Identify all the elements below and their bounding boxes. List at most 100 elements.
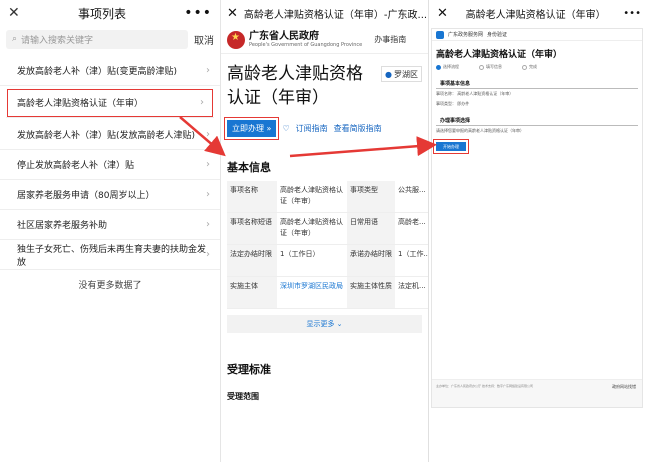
list-item[interactable]: 居家养老服务申请（80周岁以上） › xyxy=(0,180,220,210)
step-indicator: 选择流程 填写信息 完成 xyxy=(432,62,642,72)
info-row: 事项类型： 即办件 xyxy=(436,101,470,106)
step-dot-icon xyxy=(522,64,527,70)
panel3-header: ✕ 高龄老人津贴资格认证（年审） ••• xyxy=(429,0,649,26)
site-logo-icon xyxy=(436,30,444,39)
show-more-button[interactable]: 显示更多 ⌄ xyxy=(227,315,422,333)
location-label: 罗湖区 xyxy=(394,69,418,79)
table-value: 高龄老... xyxy=(395,213,428,245)
site-sub: 身份验证 xyxy=(487,32,508,38)
table-value: 高龄老人津贴资格认证（年审） xyxy=(277,181,347,213)
section-title-basic-info: 基本信息 xyxy=(227,161,271,174)
table-key: 事项类型 xyxy=(347,181,395,213)
list-item[interactable]: 发放高龄老人补（津）贴(发放高龄老人津贴) › xyxy=(0,120,220,150)
basic-info-table: 事项名称 高龄老人津贴资格认证（年审） 事项类型 公共服... 事项名称短语 高… xyxy=(227,181,428,309)
item-list: 发放高龄老人补（津）贴(变更高龄津贴) › 高龄老人津贴资格认证（年审） › 发… xyxy=(0,56,220,270)
national-emblem-icon xyxy=(227,30,245,49)
list-item-label: 社区居家养老服务补助 xyxy=(17,221,108,231)
table-value: 法定机... xyxy=(395,277,428,309)
chevron-right-icon: › xyxy=(206,159,210,170)
search-placeholder: 请输入搜索关键字 xyxy=(21,35,94,46)
simple-guide-link[interactable]: 查看简版指南 xyxy=(334,123,382,134)
more-icon[interactable]: ••• xyxy=(623,8,641,19)
section-basic-info: 事项基本信息 xyxy=(436,72,638,89)
panel-apply-page: ✕ 高龄老人津贴资格认证（年审） ••• 广东政务服务网 身份验证 高龄老人津贴… xyxy=(429,0,649,462)
site-bar: 广东政务服务网 身份验证 xyxy=(432,29,642,41)
location-pin-icon: ● xyxy=(385,69,392,79)
chevron-right-icon: › xyxy=(206,219,210,230)
step-2: 填写信息 xyxy=(479,64,502,70)
service-title: 高龄老人津贴资格认证（年审） xyxy=(227,64,363,108)
section-choose-item: 办理事项选择 xyxy=(436,109,638,126)
table-key: 实施主体 xyxy=(227,277,277,309)
table-key: 实施主体性质 xyxy=(347,277,395,309)
cancel-button[interactable]: 取消 xyxy=(194,32,214,47)
apply-now-button[interactable]: 立即办理 » xyxy=(223,117,280,140)
list-item[interactable]: 独生子女死亡、伤残后未再生育夫妻的扶助金发放 › xyxy=(0,240,220,270)
page-title: 事项列表 xyxy=(77,6,126,21)
screenshot-root: ✕ 事项列表 ••• ⌕ 请输入搜索关键字 取消 发放高龄老人补（津）贴(变更高… xyxy=(0,0,649,462)
close-icon[interactable]: ✕ xyxy=(437,6,448,21)
list-item-label: 停止发放高龄老人补（津）贴 xyxy=(17,161,135,171)
panel-item-list: ✕ 事项列表 ••• ⌕ 请输入搜索关键字 取消 发放高龄老人补（津）贴(变更高… xyxy=(0,0,221,462)
page-footer: 主办单位：广东省人民政府办公厅 技术支持：数字广东网络建设有限公司 政府网站找错 xyxy=(432,379,642,407)
gov-name-block: 广东省人民政府 People's Government of Guangdong… xyxy=(249,31,362,48)
step-3: 完成 xyxy=(522,64,537,70)
step-dot-icon xyxy=(436,64,441,70)
footer-text: 主办单位：广东省人民政府办公厅 技术支持：数字广东网络建设有限公司 xyxy=(436,384,533,388)
footer-right-link[interactable]: 政府网站找错 xyxy=(612,384,636,390)
list-item[interactable]: 发放高龄老人补（津）贴(变更高龄津贴) › xyxy=(0,56,220,86)
panel1-header: ✕ 事项列表 ••• xyxy=(0,0,220,26)
list-item[interactable]: 社区居家养老服务补助 › xyxy=(0,210,220,240)
list-item-label: 高龄老人津贴资格认证（年审） xyxy=(17,99,144,109)
search-icon: ⌕ xyxy=(12,34,18,44)
title-row: 高龄老人津贴资格认证（年审） ● 罗湖区 xyxy=(221,54,428,110)
table-value: 高龄老人津贴资格认证（年审） xyxy=(277,213,347,245)
no-more-text: 没有更多数据了 xyxy=(78,281,142,291)
list-item-label: 独生子女死亡、伤残后未再生育夫妻的扶助金发放 xyxy=(17,244,207,268)
panel2-header: ✕ 高龄老人津贴资格认证（年审）-广东政... ••• xyxy=(221,0,428,26)
list-item-label: 发放高龄老人补（津）贴(变更高龄津贴) xyxy=(17,67,178,77)
table-key: 日常用语 xyxy=(347,213,395,245)
heart-icon: ♡ xyxy=(282,124,290,133)
close-icon[interactable]: ✕ xyxy=(8,5,20,21)
accept-scope-label: 受理范围 xyxy=(227,392,259,401)
section-title-accept-standard: 受理标准 xyxy=(227,363,271,376)
info-row: 事项名称： 高龄老人津贴资格认证（年审） xyxy=(436,91,514,96)
panel-service-guide: ✕ 高龄老人津贴资格认证（年审）-广东政... ••• 广东省人民政府 Peop… xyxy=(221,0,429,462)
apply-title: 高龄老人津贴资格认证（年审） xyxy=(436,50,563,60)
list-item-label: 居家养老服务申请（80周岁以上） xyxy=(17,191,155,201)
gov-banner: 广东省人民政府 People's Government of Guangdong… xyxy=(221,26,428,54)
table-value: 1（工作... xyxy=(395,245,428,277)
chevron-right-icon: › xyxy=(206,189,210,200)
chevron-right-icon: › xyxy=(200,97,204,108)
location-selector[interactable]: ● 罗湖区 xyxy=(381,66,422,82)
table-value: 公共服... xyxy=(395,181,428,213)
list-item-label: 发放高龄老人补（津）贴(发放高龄老人津贴) xyxy=(17,131,196,141)
service-guide-label: 办事指南 xyxy=(374,35,407,44)
gov-name: 广东省人民政府 xyxy=(249,31,319,42)
step-dot-icon xyxy=(479,64,484,70)
table-key: 事项名称短语 xyxy=(227,213,277,245)
table-value-link[interactable]: 深圳市罗湖区民政局 xyxy=(277,277,347,309)
header-title: 高龄老人津贴资格认证（年审） xyxy=(465,9,606,21)
search-input[interactable]: ⌕ 请输入搜索关键字 xyxy=(6,29,188,49)
list-item-highlighted[interactable]: 高龄老人津贴资格认证（年审） › xyxy=(6,88,214,118)
chevron-right-icon: › xyxy=(206,129,210,140)
subscribe-guide-link[interactable]: 订阅指南 xyxy=(296,123,328,134)
table-key: 承诺办结时限 xyxy=(347,245,395,277)
action-row: 立即办理 » ♡ 订阅指南 查看简版指南 xyxy=(221,110,428,140)
chevron-right-icon: › xyxy=(206,65,210,76)
table-value: 1（工作日） xyxy=(277,245,347,277)
start-apply-button[interactable]: 开始办理 xyxy=(433,139,469,154)
choose-row: 请选择您要申报的高龄老人津贴资格认证（年审） xyxy=(436,128,524,133)
more-icon[interactable]: ••• xyxy=(184,5,212,21)
table-key: 法定办结时限 xyxy=(227,245,277,277)
search-bar: ⌕ 请输入搜索关键字 取消 xyxy=(0,26,220,52)
chevron-right-icon: › xyxy=(206,249,210,260)
gov-subtitle: People's Government of Guangdong Provinc… xyxy=(249,42,363,48)
header-title: 高龄老人津贴资格认证（年审）-广东政... xyxy=(243,9,428,21)
list-item[interactable]: 停止发放高龄老人补（津）贴 › xyxy=(0,150,220,180)
table-key: 事项名称 xyxy=(227,181,277,213)
close-icon[interactable]: ✕ xyxy=(227,6,238,21)
site-name: 广东政务服务网 xyxy=(448,32,484,38)
